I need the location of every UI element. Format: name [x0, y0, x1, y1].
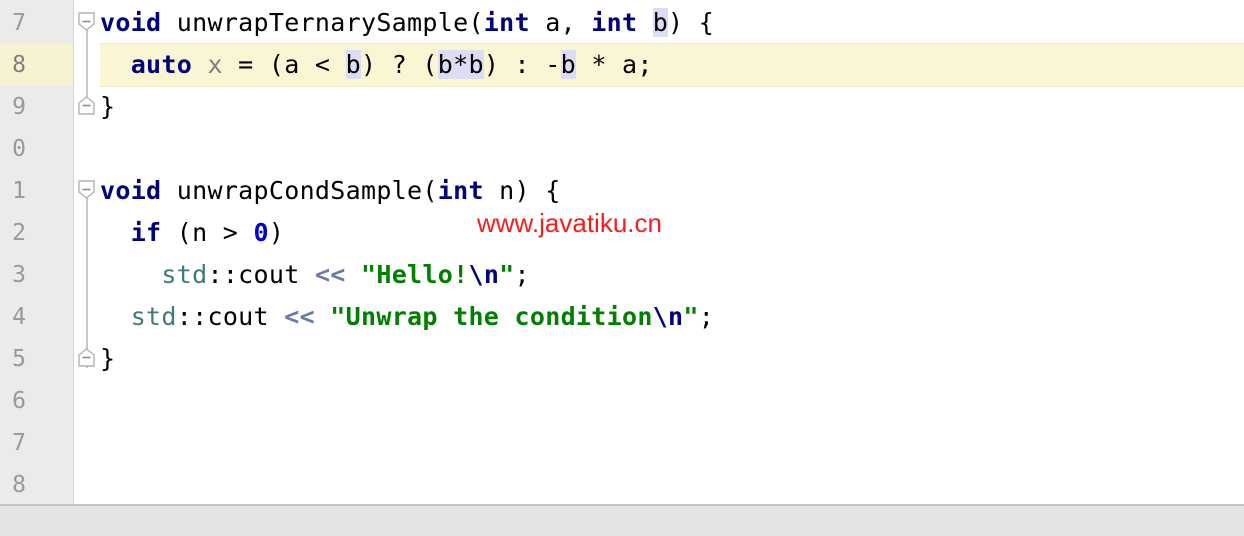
code-token: ::cout [207, 260, 315, 289]
code-token: } [100, 344, 116, 373]
code-line[interactable] [100, 128, 1244, 170]
line-number: 7 [12, 10, 26, 36]
code-token: ) : - [483, 50, 561, 79]
code-token: x [207, 50, 223, 79]
code-token: int [483, 8, 530, 37]
fold-connector-line [86, 30, 88, 106]
line-number: 3 [12, 262, 26, 288]
code-token: n) { [483, 176, 561, 205]
code-token: void [100, 176, 162, 205]
fold-minus-up-icon[interactable] [77, 96, 96, 115]
code-token: ) [268, 218, 285, 247]
code-line[interactable]: std::cout << "Hello!\n"; [100, 254, 1244, 296]
line-number: 6 [12, 388, 26, 414]
occurrence-highlight-token: * [453, 50, 469, 79]
code-editor: 789012345678 int y = p; void unwrapTerna… [0, 0, 1244, 536]
editor-footer-bar [0, 505, 1244, 536]
code-token: void [100, 8, 162, 37]
code-token: 0 [253, 218, 269, 247]
line-number: 2 [12, 220, 26, 246]
fold-minus-down-icon[interactable] [77, 12, 96, 31]
code-token: << [284, 302, 315, 331]
code-token: ) { [668, 8, 715, 37]
code-token: \n [652, 302, 684, 331]
code-token: int [591, 8, 638, 37]
fold-minus-down-icon[interactable] [77, 180, 96, 199]
fold-minus-up-icon[interactable] [77, 348, 96, 367]
occurrence-highlight-token: b [652, 8, 669, 37]
line-number: 9 [12, 94, 26, 120]
code-token: a, [529, 8, 592, 37]
code-token: " [683, 302, 699, 331]
code-line[interactable]: } [100, 338, 1244, 380]
line-number: 7 [12, 430, 26, 456]
code-token: unwrapCondSample( [176, 176, 438, 205]
line-number: 8 [12, 52, 26, 78]
code-token: \n [468, 260, 500, 289]
code-token: unwrapTernarySample( [176, 8, 484, 37]
code-token: << [314, 260, 346, 289]
code-line[interactable] [100, 464, 1244, 505]
code-token: auto [130, 50, 193, 79]
editor-viewport[interactable]: 789012345678 int y = p; void unwrapTerna… [0, 0, 1244, 505]
code-line[interactable]: auto x = (a < b) ? (b*b) : -b * a; [100, 44, 1244, 86]
code-token: ) ? ( [361, 50, 438, 79]
code-line[interactable]: void unwrapTernarySample(int a, int b) { [100, 2, 1244, 44]
occurrence-highlight-token: b [437, 50, 454, 79]
code-token: if [130, 218, 162, 247]
code-token: "Unwrap the condition [330, 302, 653, 331]
code-token: ; [514, 260, 530, 289]
code-token: "Hello! [361, 260, 469, 289]
line-number: 1 [12, 178, 26, 204]
fold-gutter[interactable] [74, 0, 100, 505]
code-token: int [437, 176, 484, 205]
code-line[interactable] [100, 422, 1244, 464]
watermark-text: www.javatiku.cn [477, 208, 662, 238]
occurrence-highlight-token: b [560, 50, 576, 79]
occurrence-highlight-token: b [345, 50, 361, 79]
code-token: " [499, 260, 515, 289]
code-line[interactable]: if (n > 0) [100, 212, 1244, 254]
code-token: = (a < [222, 50, 346, 79]
code-text-layer[interactable]: void unwrapTernarySample(int a, int b) {… [100, 0, 1244, 505]
code-token: * a; [575, 50, 653, 79]
line-number: 8 [12, 472, 26, 498]
code-line[interactable]: void unwrapCondSample(int n) { [100, 170, 1244, 212]
occurrence-highlight-token: b [468, 50, 484, 79]
code-token: ::cout [176, 302, 285, 331]
line-number: 5 [12, 346, 26, 372]
code-line[interactable]: std::cout << "Unwrap the condition\n"; [100, 296, 1244, 338]
line-number: 0 [12, 136, 26, 162]
code-token: std [130, 302, 177, 331]
code-line[interactable]: } [100, 86, 1244, 128]
code-token: ; [698, 302, 715, 331]
code-token: std [161, 260, 208, 289]
code-line[interactable] [100, 380, 1244, 422]
line-number: 4 [12, 304, 26, 330]
line-number-gutter[interactable]: 7 8 9 0 1 2 3 4 5 6 7 8 [0, 0, 73, 505]
code-token: (n > [161, 218, 254, 247]
code-token: } [100, 92, 116, 121]
fold-connector-line [86, 198, 88, 368]
